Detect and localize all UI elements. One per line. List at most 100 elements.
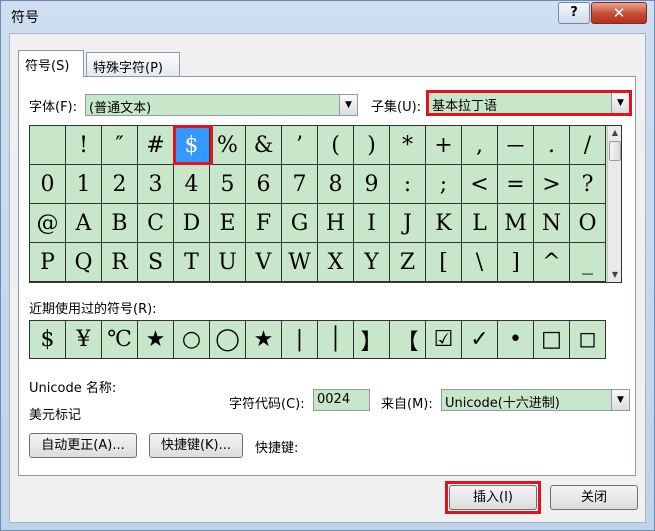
recent-symbol-cell[interactable]: | bbox=[282, 321, 318, 358]
recent-symbol-cell[interactable]: ◻ bbox=[570, 321, 606, 358]
symbol-cell[interactable]: / bbox=[570, 126, 606, 165]
char-code-input[interactable]: 0024 bbox=[313, 389, 370, 411]
recent-symbol-cell[interactable]: ○ bbox=[174, 321, 210, 358]
symbol-cell[interactable]: J bbox=[390, 204, 426, 243]
tab-symbols[interactable]: 符号(S) bbox=[18, 50, 84, 77]
symbol-cell[interactable]: . bbox=[534, 126, 570, 165]
insert-button[interactable]: 插入(I) bbox=[449, 485, 537, 510]
chevron-down-icon[interactable]: ▼ bbox=[339, 95, 357, 115]
scroll-down-icon[interactable]: ▼ bbox=[608, 268, 622, 282]
symbol-cell[interactable]: E bbox=[210, 204, 246, 243]
close-button[interactable]: 关闭 bbox=[550, 485, 638, 510]
symbol-cell[interactable]: T bbox=[174, 243, 210, 282]
recent-symbol-cell[interactable]: 【 bbox=[390, 321, 426, 358]
scroll-up-icon[interactable]: ▲ bbox=[608, 126, 622, 140]
recent-symbol-cell[interactable]: ℃ bbox=[102, 321, 138, 358]
symbol-cell[interactable]: = bbox=[498, 165, 534, 204]
symbol-cell[interactable]: ’ bbox=[282, 126, 318, 165]
symbol-cell[interactable]: D bbox=[174, 204, 210, 243]
chevron-down-icon[interactable]: ▼ bbox=[611, 93, 629, 113]
symbol-cell[interactable]: C bbox=[138, 204, 174, 243]
chevron-down-icon[interactable]: ▼ bbox=[611, 390, 629, 410]
symbol-cell[interactable]: M bbox=[498, 204, 534, 243]
symbol-cell[interactable]: 9 bbox=[354, 165, 390, 204]
symbol-cell[interactable]: 5 bbox=[210, 165, 246, 204]
subset-select[interactable]: 基本拉丁语 ▼ bbox=[428, 92, 630, 114]
symbol-cell[interactable]: W bbox=[282, 243, 318, 282]
symbol-cell[interactable]: I bbox=[354, 204, 390, 243]
symbol-cell[interactable]: ! bbox=[66, 126, 102, 165]
recent-symbol-cell[interactable]: ☑ bbox=[426, 321, 462, 358]
symbol-cell[interactable]: X bbox=[318, 243, 354, 282]
symbol-cell[interactable] bbox=[30, 126, 66, 165]
symbol-cell[interactable]: 1 bbox=[66, 165, 102, 204]
symbol-cell[interactable]: ] bbox=[498, 243, 534, 282]
symbol-cell[interactable]: S bbox=[138, 243, 174, 282]
symbol-cell[interactable]: G bbox=[282, 204, 318, 243]
symbol-cell[interactable]: @ bbox=[30, 204, 66, 243]
symbol-cell[interactable]: \ bbox=[462, 243, 498, 282]
symbol-cell[interactable]: ″ bbox=[102, 126, 138, 165]
symbol-cell[interactable]: K bbox=[426, 204, 462, 243]
symbol-cell[interactable]: _ bbox=[570, 243, 606, 282]
symbol-cell[interactable]: ; bbox=[426, 165, 462, 204]
symbol-cell[interactable]: Q bbox=[66, 243, 102, 282]
symbol-cell[interactable]: + bbox=[426, 126, 462, 165]
symbol-cell[interactable]: ( bbox=[318, 126, 354, 165]
recent-symbol-cell[interactable]: ★ bbox=[246, 321, 282, 358]
recent-symbol-cell[interactable]: ✓ bbox=[462, 321, 498, 358]
autocorrect-button[interactable]: 自动更正(A)... bbox=[29, 433, 137, 458]
symbol-cell[interactable]: R bbox=[102, 243, 138, 282]
symbol-cell[interactable]: * bbox=[390, 126, 426, 165]
symbol-cell[interactable]: # bbox=[138, 126, 174, 165]
symbol-cell[interactable]: V bbox=[246, 243, 282, 282]
symbol-cell[interactable]: : bbox=[390, 165, 426, 204]
symbol-cell[interactable]: [ bbox=[426, 243, 462, 282]
symbol-cell[interactable]: 6 bbox=[246, 165, 282, 204]
shortcut-key-button[interactable]: 快捷键(K)... bbox=[149, 433, 243, 458]
symbol-cell[interactable]: $ bbox=[174, 126, 210, 165]
symbol-cell[interactable]: L bbox=[462, 204, 498, 243]
symbol-cell[interactable]: ^ bbox=[534, 243, 570, 282]
symbol-cell[interactable]: 0 bbox=[30, 165, 66, 204]
symbol-cell[interactable]: % bbox=[210, 126, 246, 165]
font-select[interactable]: (普通文本) ▼ bbox=[85, 94, 358, 116]
recent-symbol-cell[interactable]: $ bbox=[30, 321, 66, 358]
recent-symbol-cell[interactable]: ◯ bbox=[210, 321, 246, 358]
symbol-cell[interactable]: 3 bbox=[138, 165, 174, 204]
symbol-cell[interactable]: < bbox=[462, 165, 498, 204]
from-select[interactable]: Unicode(十六进制) ▼ bbox=[441, 389, 630, 411]
symbol-cell[interactable]: & bbox=[246, 126, 282, 165]
symbol-cell[interactable]: O bbox=[570, 204, 606, 243]
symbol-cell[interactable]: 7 bbox=[282, 165, 318, 204]
recent-symbol-cell[interactable]: ¥ bbox=[66, 321, 102, 358]
symbol-cell[interactable]: － bbox=[498, 126, 534, 165]
symbol-cell[interactable]: 2 bbox=[102, 165, 138, 204]
symbol-cell[interactable]: U bbox=[210, 243, 246, 282]
recent-symbol-cell[interactable]: □ bbox=[534, 321, 570, 358]
symbol-grid-scrollbar[interactable]: ▲ ▼ bbox=[607, 126, 621, 282]
recent-symbol-cell[interactable]: • bbox=[498, 321, 534, 358]
symbol-cell[interactable]: 4 bbox=[174, 165, 210, 204]
scrollbar-thumb[interactable] bbox=[609, 141, 621, 161]
symbol-cell[interactable]: 8 bbox=[318, 165, 354, 204]
symbol-cell[interactable]: ? bbox=[570, 165, 606, 204]
symbol-cell[interactable]: P bbox=[30, 243, 66, 282]
close-window-button[interactable]: ✕ bbox=[591, 2, 647, 24]
symbol-cell[interactable]: , bbox=[462, 126, 498, 165]
symbol-cell[interactable]: H bbox=[318, 204, 354, 243]
recent-symbol-cell[interactable]: ★ bbox=[138, 321, 174, 358]
help-button[interactable]: ? bbox=[558, 2, 590, 24]
recent-symbol-cell[interactable]: │ bbox=[318, 321, 354, 358]
symbol-cell[interactable]: N bbox=[534, 204, 570, 243]
symbol-cell[interactable]: A bbox=[66, 204, 102, 243]
symbol-cell[interactable]: Z bbox=[390, 243, 426, 282]
tab-special-characters[interactable]: 特殊字符(P) bbox=[86, 52, 180, 77]
title-bar[interactable]: 符号 ? ✕ bbox=[1, 1, 654, 31]
symbol-cell[interactable]: B bbox=[102, 204, 138, 243]
symbol-cell[interactable]: > bbox=[534, 165, 570, 204]
symbol-cell[interactable]: F bbox=[246, 204, 282, 243]
symbol-cell[interactable]: Y bbox=[354, 243, 390, 282]
recent-symbol-cell[interactable]: 】 bbox=[354, 321, 390, 358]
symbol-cell[interactable]: ) bbox=[354, 126, 390, 165]
